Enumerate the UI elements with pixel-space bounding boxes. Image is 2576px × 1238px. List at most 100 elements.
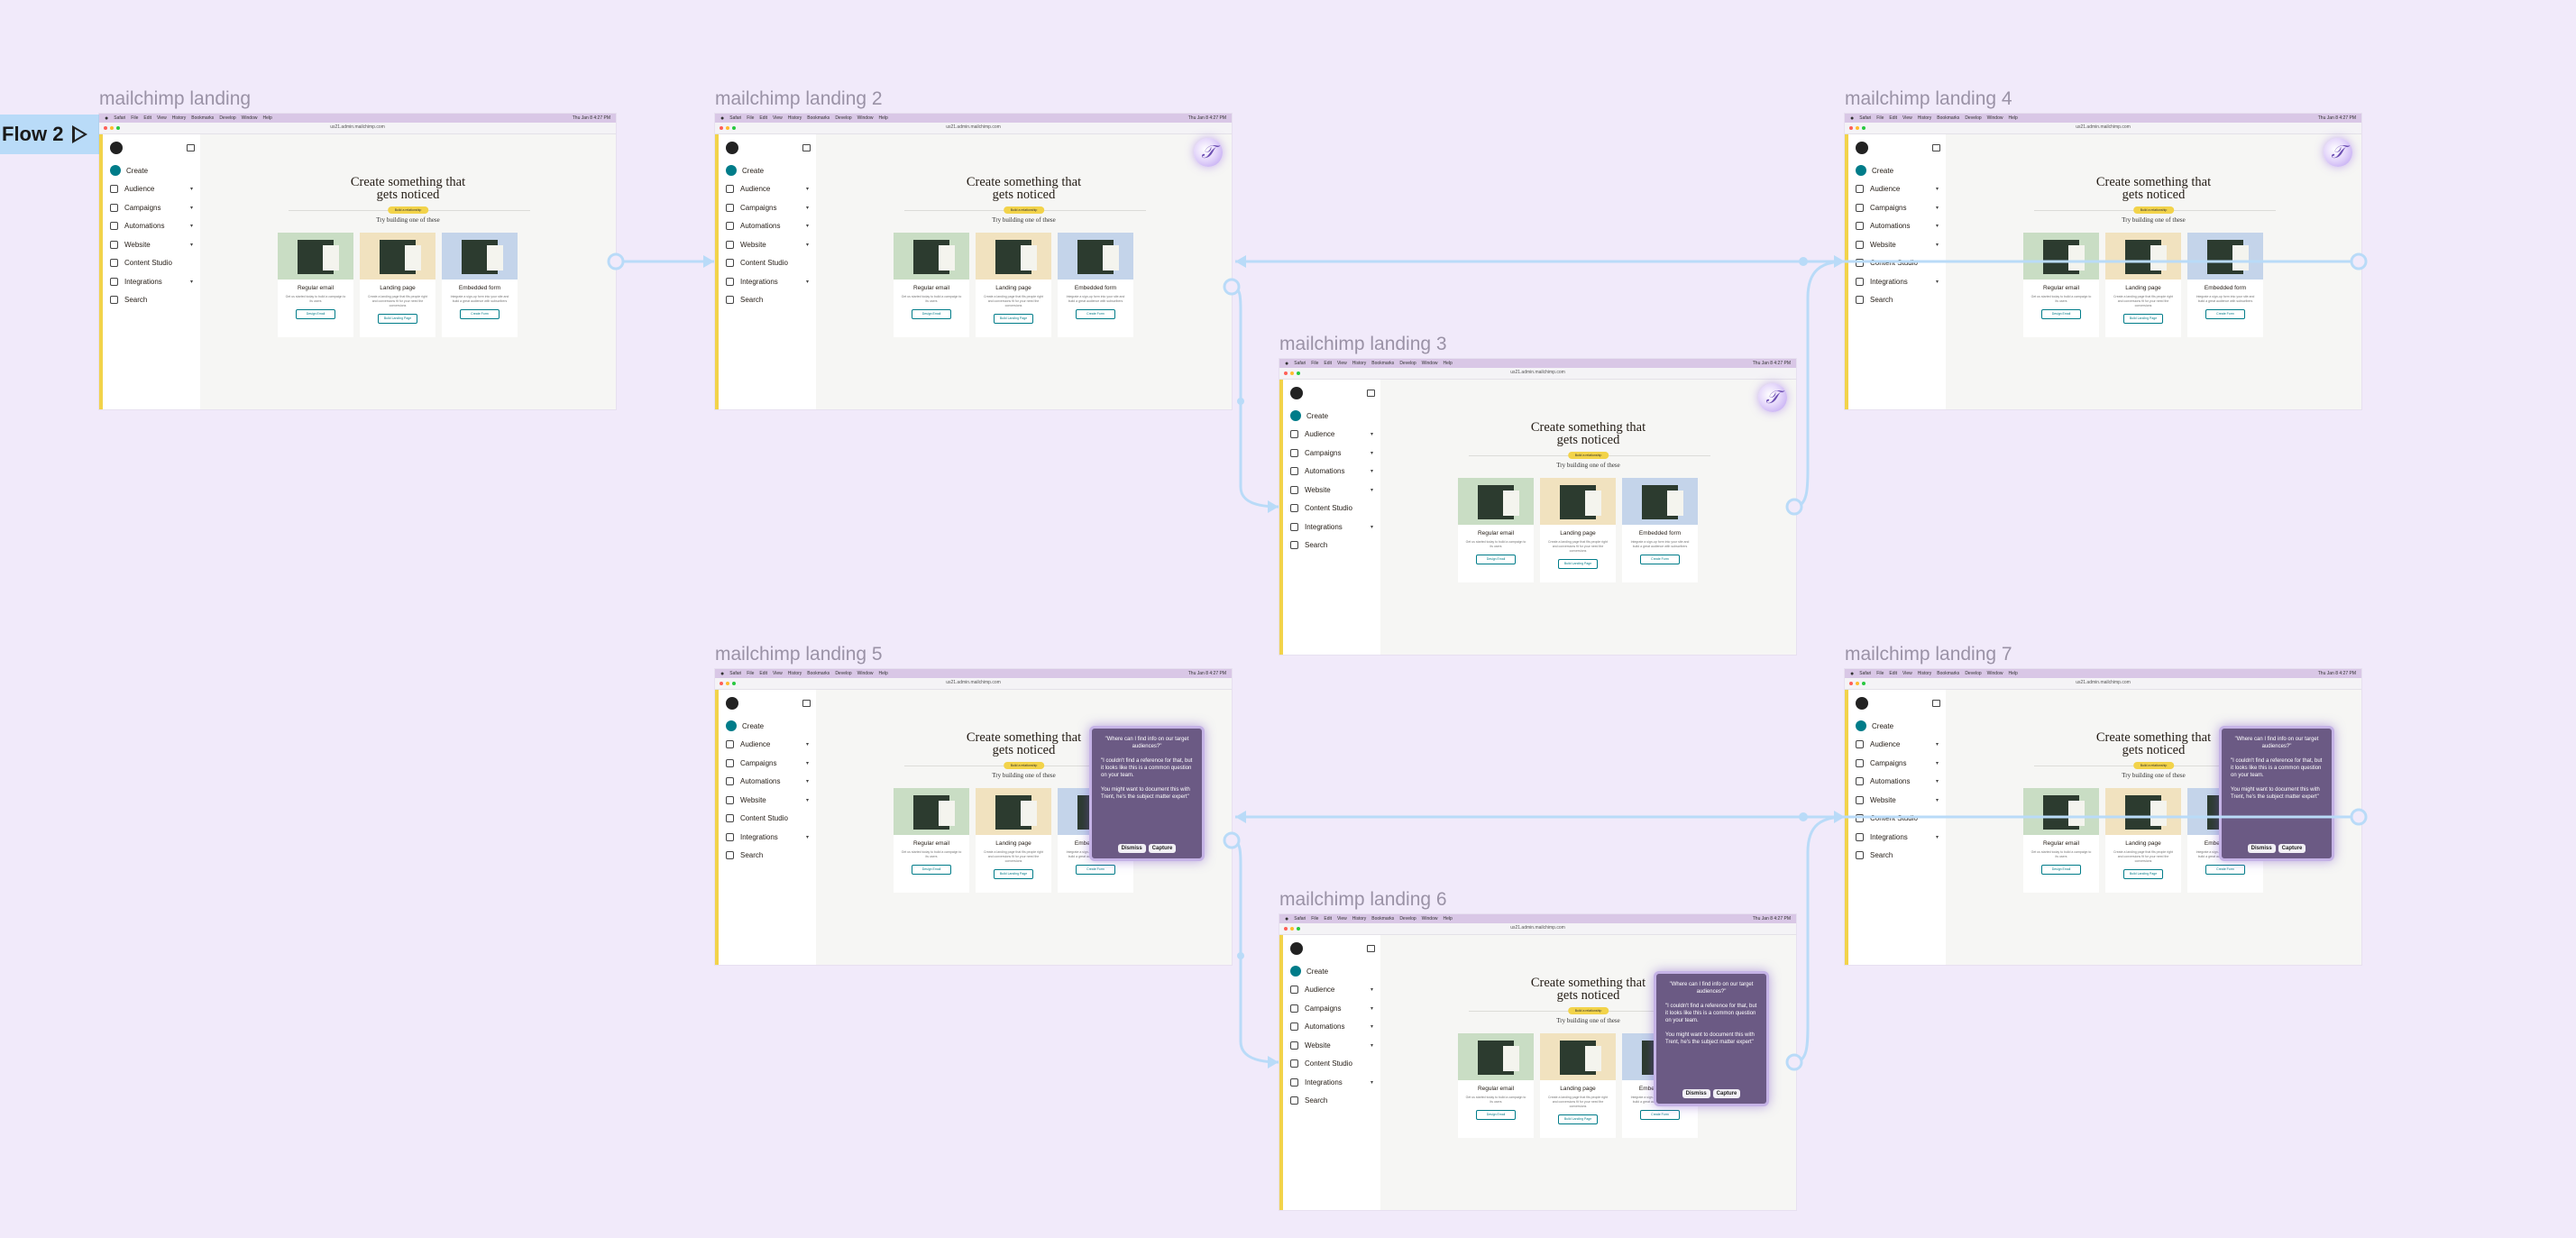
menubar-item[interactable]: History xyxy=(1918,115,1932,121)
card-button[interactable]: Design Email xyxy=(2041,309,2081,319)
window-controls[interactable] xyxy=(104,126,120,130)
menubar-item[interactable]: Safari xyxy=(729,115,741,121)
menubar-item[interactable]: Edit xyxy=(1324,916,1332,922)
sidebar-item-content-studio[interactable]: Content Studio xyxy=(726,254,809,273)
window-dot-icon[interactable] xyxy=(726,126,729,130)
sidebar-item-search[interactable]: Search xyxy=(110,291,193,310)
chevron-down-icon[interactable]: ▾ xyxy=(190,242,193,248)
menubar-item[interactable]: File xyxy=(1876,115,1884,121)
menubar-item[interactable]: Develop xyxy=(835,115,851,121)
window-dot-icon[interactable] xyxy=(1297,371,1300,375)
frame-mailchimp-landing[interactable]: ● Safari File Edit View History Bookmarks Devel… xyxy=(1279,914,1796,1210)
frame-mailchimp-landing[interactable]: ● Safari File Edit View History Bookmarks Devel… xyxy=(1845,114,2361,409)
menubar-item[interactable]: View xyxy=(1902,671,1912,676)
chevron-down-icon[interactable]: ▾ xyxy=(1936,834,1939,840)
chevron-down-icon[interactable]: ▾ xyxy=(1371,1079,1373,1086)
menubar-item[interactable]: Help xyxy=(2008,671,2017,676)
window-dot-icon[interactable] xyxy=(1849,126,1853,130)
frame-title[interactable]: mailchimp landing xyxy=(99,88,251,110)
template-card[interactable]: Landing page Create a landing page that f… xyxy=(2105,788,2181,893)
assistant-badge-icon[interactable]: 𝒯 xyxy=(1194,138,1223,167)
sidebar-item-create[interactable]: Create xyxy=(110,161,193,180)
chevron-down-icon[interactable]: ▾ xyxy=(190,279,193,285)
menubar-item[interactable]: File xyxy=(1311,916,1318,922)
collapse-sidebar-icon[interactable] xyxy=(802,144,811,151)
assistant-badge-icon[interactable]: 𝒯 xyxy=(1758,383,1787,412)
menubar-item[interactable]: Help xyxy=(2008,115,2017,121)
sidebar-item-create[interactable]: Create xyxy=(1290,407,1373,426)
menubar-item[interactable]: Edit xyxy=(143,115,151,121)
chevron-down-icon[interactable]: ▾ xyxy=(190,205,193,211)
chevron-down-icon[interactable]: ▾ xyxy=(1371,468,1373,474)
frame-title[interactable]: mailchimp landing 2 xyxy=(715,88,883,110)
sidebar-item-campaigns[interactable]: Campaigns ▾ xyxy=(110,198,193,217)
menubar-item[interactable]: Safari xyxy=(114,115,125,121)
card-button[interactable]: Build Landing Page xyxy=(1558,1114,1598,1124)
menubar-item[interactable]: View xyxy=(1902,115,1912,121)
frame-title[interactable]: mailchimp landing 3 xyxy=(1279,334,1447,355)
menubar-item[interactable]: Help xyxy=(1443,361,1452,366)
chevron-down-icon[interactable]: ▾ xyxy=(1936,279,1939,285)
sidebar-item-audience[interactable]: Audience ▾ xyxy=(1856,180,1939,199)
sidebar-item-website[interactable]: Website ▾ xyxy=(1856,791,1939,810)
menubar-item[interactable]: Edit xyxy=(759,671,767,676)
card-button[interactable]: Design Email xyxy=(2041,865,2081,875)
sidebar-item-campaigns[interactable]: Campaigns ▾ xyxy=(1856,754,1939,773)
chevron-down-icon[interactable]: ▾ xyxy=(1371,450,1373,456)
chevron-down-icon[interactable]: ▾ xyxy=(1371,1005,1373,1012)
collapse-sidebar-icon[interactable] xyxy=(1932,144,1940,151)
menubar-item[interactable]: File xyxy=(1876,671,1884,676)
chevron-down-icon[interactable]: ▾ xyxy=(1936,778,1939,784)
menubar-item[interactable]: Window xyxy=(242,115,258,121)
window-dot-icon[interactable] xyxy=(720,126,723,130)
chevron-down-icon[interactable]: ▾ xyxy=(806,242,809,248)
menubar-item[interactable]: View xyxy=(1337,916,1347,922)
card-button[interactable]: Create Form xyxy=(1076,309,1115,319)
menubar-item[interactable]: Window xyxy=(1422,361,1438,366)
flow-start-label[interactable]: Flow 2 xyxy=(0,115,101,154)
sidebar-item-integrations[interactable]: Integrations ▾ xyxy=(1856,828,1939,847)
chevron-down-icon[interactable]: ▾ xyxy=(806,205,809,211)
menubar-item[interactable]: Window xyxy=(857,115,874,121)
menubar-item[interactable]: Develop xyxy=(219,115,235,121)
sidebar-item-create[interactable]: Create xyxy=(1856,161,1939,180)
menubar-item[interactable]: Bookmarks xyxy=(1937,115,1959,121)
menubar-item[interactable]: Edit xyxy=(1324,361,1332,366)
capture-button[interactable]: Capture xyxy=(1712,1089,1741,1098)
card-button[interactable]: Design Email xyxy=(296,309,335,319)
template-card[interactable]: Embedded form Integrate a sign-up form in… xyxy=(2187,233,2263,337)
menubar-item[interactable]: History xyxy=(1352,916,1367,922)
template-card[interactable]: Landing page Create a landing page that f… xyxy=(1540,1033,1616,1138)
menubar-item[interactable]: View xyxy=(773,115,783,121)
chevron-down-icon[interactable]: ▾ xyxy=(1371,487,1373,493)
chevron-down-icon[interactable]: ▾ xyxy=(1371,1042,1373,1049)
menubar-item[interactable]: Window xyxy=(1987,115,2003,121)
template-card[interactable]: Landing page Create a landing page that f… xyxy=(976,788,1051,893)
menubar-item[interactable]: Edit xyxy=(759,115,767,121)
sidebar-item-content-studio[interactable]: Content Studio xyxy=(110,254,193,273)
chevron-down-icon[interactable]: ▾ xyxy=(806,760,809,766)
sidebar-item-audience[interactable]: Audience ▾ xyxy=(1290,426,1373,445)
template-card[interactable]: Regular email Get us started today to bui… xyxy=(894,788,969,893)
dismiss-button[interactable]: Dismiss xyxy=(1117,844,1146,853)
chevron-down-icon[interactable]: ▾ xyxy=(806,223,809,229)
card-button[interactable]: Build Landing Page xyxy=(2123,869,2163,879)
frame-title[interactable]: mailchimp landing 7 xyxy=(1845,644,2012,665)
sidebar-item-automations[interactable]: Automations ▾ xyxy=(1290,463,1373,481)
collapse-sidebar-icon[interactable] xyxy=(1367,945,1375,952)
menubar-item[interactable]: Develop xyxy=(1399,361,1416,366)
assistant-badge-icon[interactable]: 𝒯 xyxy=(2324,138,2352,167)
dismiss-button[interactable]: Dismiss xyxy=(1682,1089,1710,1098)
menubar-item[interactable]: Edit xyxy=(1889,115,1897,121)
frame-title[interactable]: mailchimp landing 5 xyxy=(715,644,883,665)
mailchimp-logo-icon[interactable] xyxy=(726,142,738,154)
sidebar-item-search[interactable]: Search xyxy=(1856,291,1939,310)
sidebar-item-search[interactable]: Search xyxy=(726,847,809,866)
sidebar-item-content-studio[interactable]: Content Studio xyxy=(1856,810,1939,829)
mailchimp-logo-icon[interactable] xyxy=(1856,142,1868,154)
mailchimp-logo-icon[interactable] xyxy=(726,697,738,710)
sidebar-item-website[interactable]: Website ▾ xyxy=(1856,235,1939,254)
sidebar-item-website[interactable]: Website ▾ xyxy=(726,791,809,810)
chevron-down-icon[interactable]: ▾ xyxy=(1936,186,1939,192)
window-dot-icon[interactable] xyxy=(1856,682,1859,685)
